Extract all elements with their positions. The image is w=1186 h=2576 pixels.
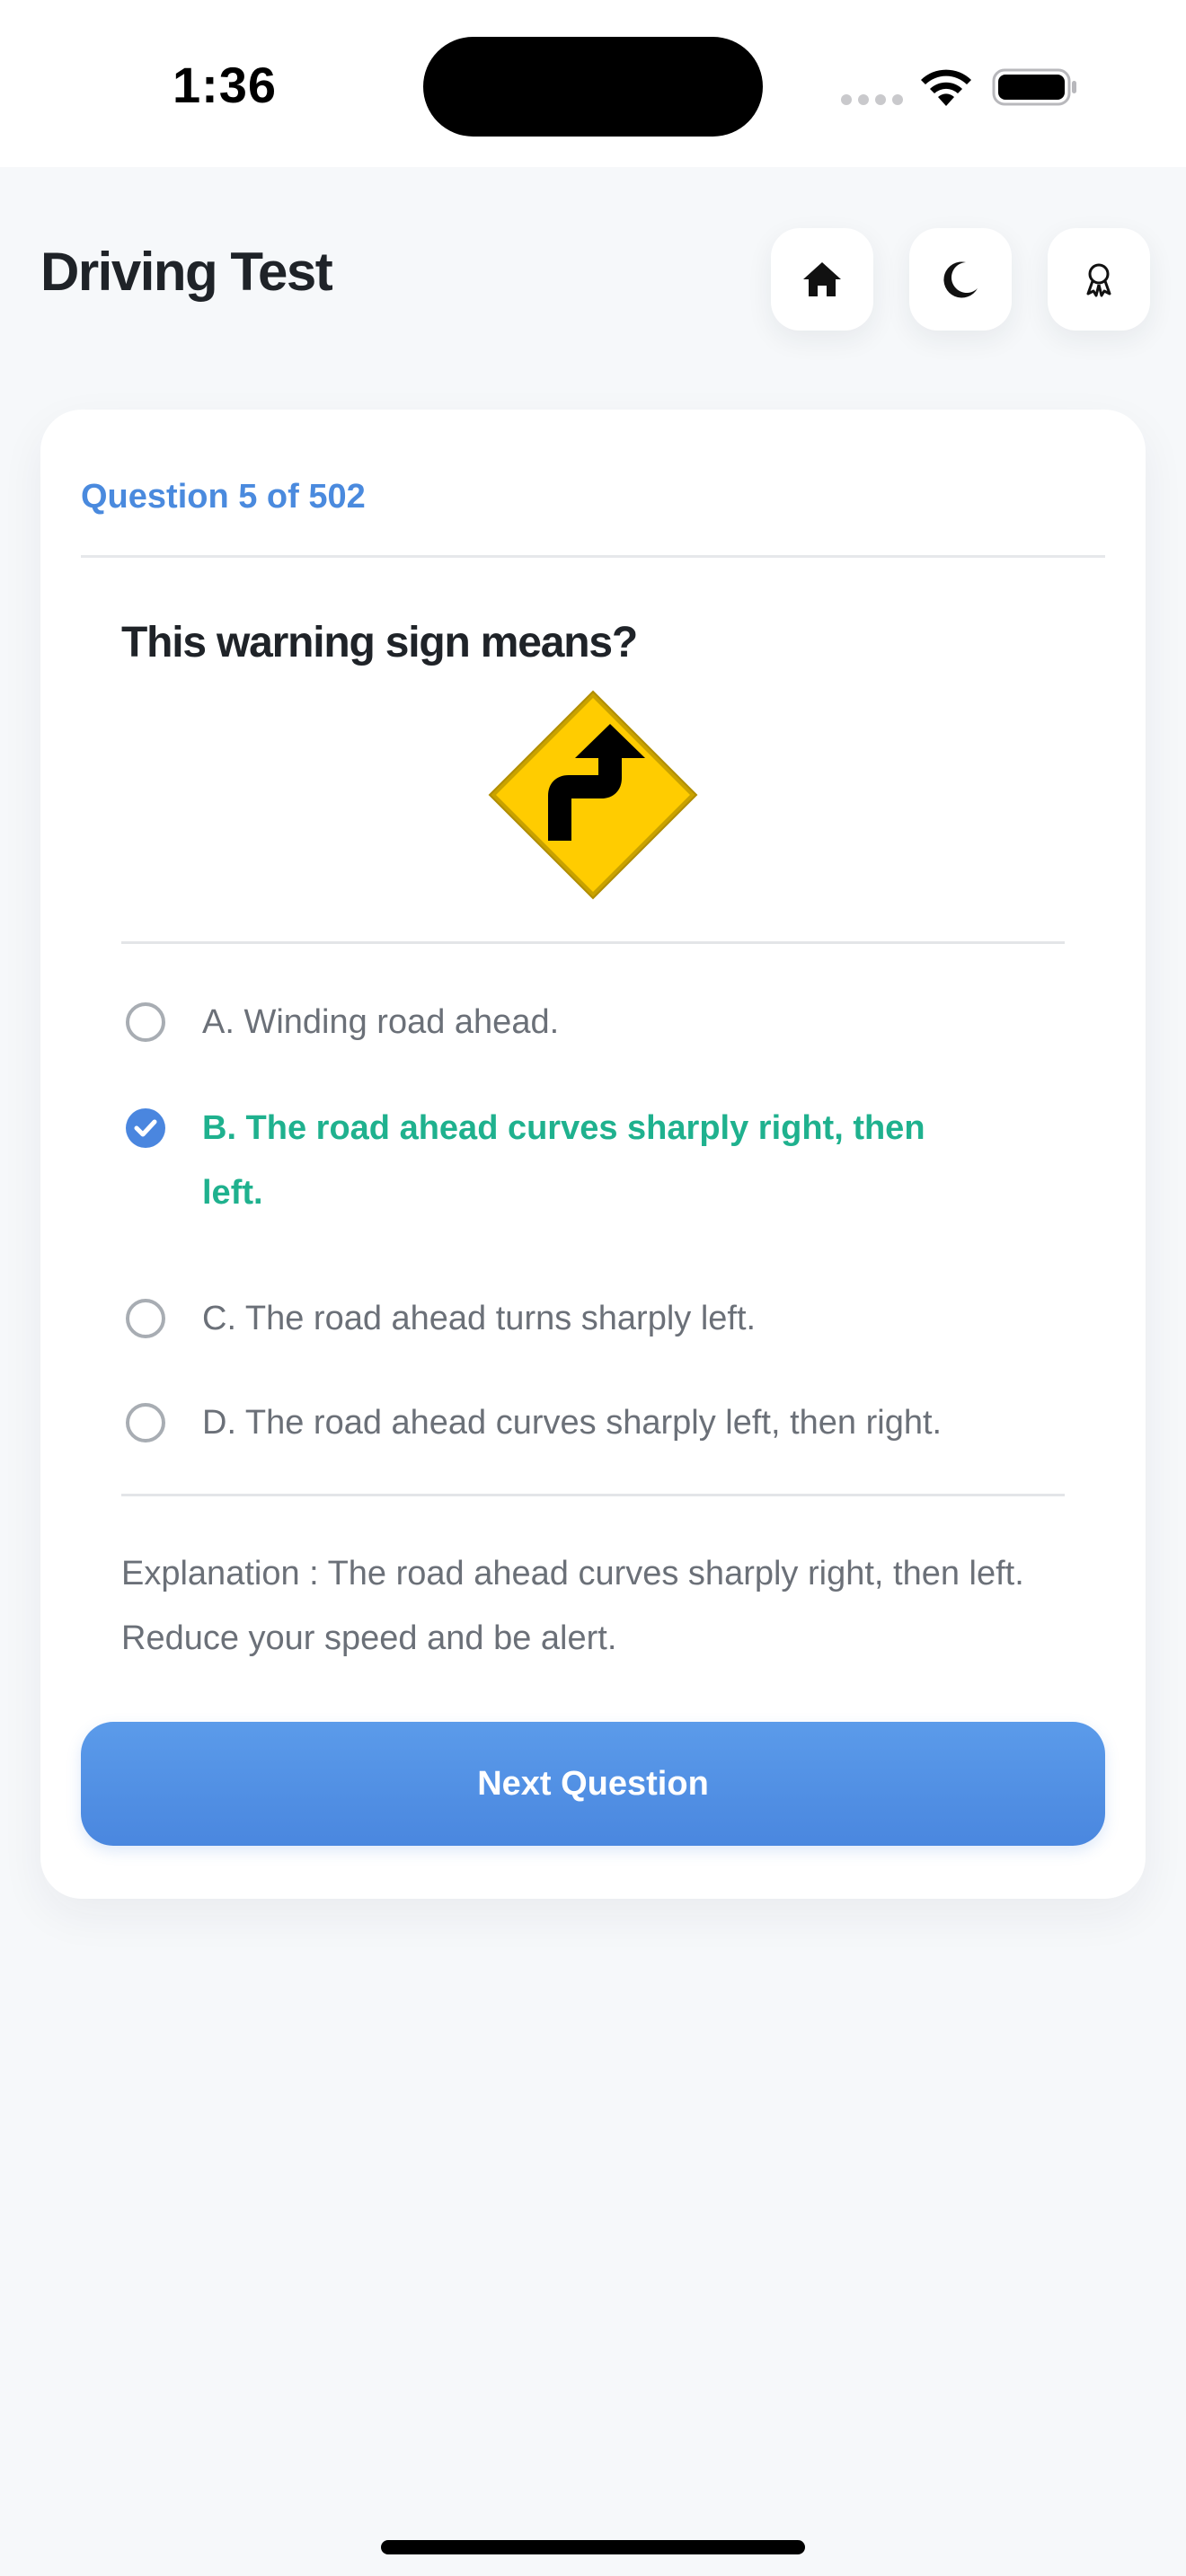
dark-mode-button[interactable] <box>909 228 1012 331</box>
right-reverse-curve-sign-icon <box>488 690 698 900</box>
divider <box>121 1494 1065 1496</box>
divider <box>121 941 1065 944</box>
answer-option-d[interactable]: D. The road ahead curves sharply left, t… <box>126 1401 1033 1455</box>
answer-option-label: C. The road ahead turns sharply left. <box>202 1300 757 1337</box>
radio-unchecked-icon[interactable] <box>126 1299 165 1338</box>
status-time: 1:36 <box>172 57 278 113</box>
home-button[interactable] <box>771 228 873 331</box>
answer-option-label: A. Winding road ahead. <box>202 1003 560 1041</box>
divider <box>81 555 1105 558</box>
battery-icon <box>992 68 1076 106</box>
award-ribbon-icon <box>1086 263 1111 297</box>
home-icon <box>803 262 841 296</box>
dynamic-island <box>423 37 763 137</box>
radio-checked-icon[interactable] <box>126 1108 165 1148</box>
question-text: This warning sign means? <box>121 619 638 666</box>
app-title: Driving Test <box>40 242 333 302</box>
question-card: Question 5 of 502 This warning sign mean… <box>40 410 1146 1899</box>
status-bar: 1:36 <box>0 0 1186 167</box>
question-counter: Question 5 of 502 <box>81 478 366 516</box>
explanation-text: Explanation : The road ahead curves shar… <box>121 1555 1024 1657</box>
moon-icon <box>943 261 978 298</box>
radio-unchecked-icon[interactable] <box>126 1403 165 1442</box>
wifi-icon <box>921 69 971 106</box>
next-question-button[interactable]: Next Question <box>81 1722 1105 1846</box>
signal-dots-icon <box>841 94 904 105</box>
radio-unchecked-icon[interactable] <box>126 1002 165 1042</box>
answer-option-label: D. The road ahead curves sharply left, t… <box>202 1404 943 1442</box>
answer-option-label: B. The road ahead curves sharply right, … <box>202 1109 925 1212</box>
answer-option-b[interactable]: B. The road ahead curves sharply right, … <box>126 1107 1033 1232</box>
achievements-button[interactable] <box>1048 228 1150 331</box>
home-indicator[interactable] <box>381 2540 805 2554</box>
answer-option-a[interactable]: A. Winding road ahead. <box>126 1001 1033 1054</box>
answer-option-c[interactable]: C. The road ahead turns sharply left. <box>126 1297 1033 1351</box>
